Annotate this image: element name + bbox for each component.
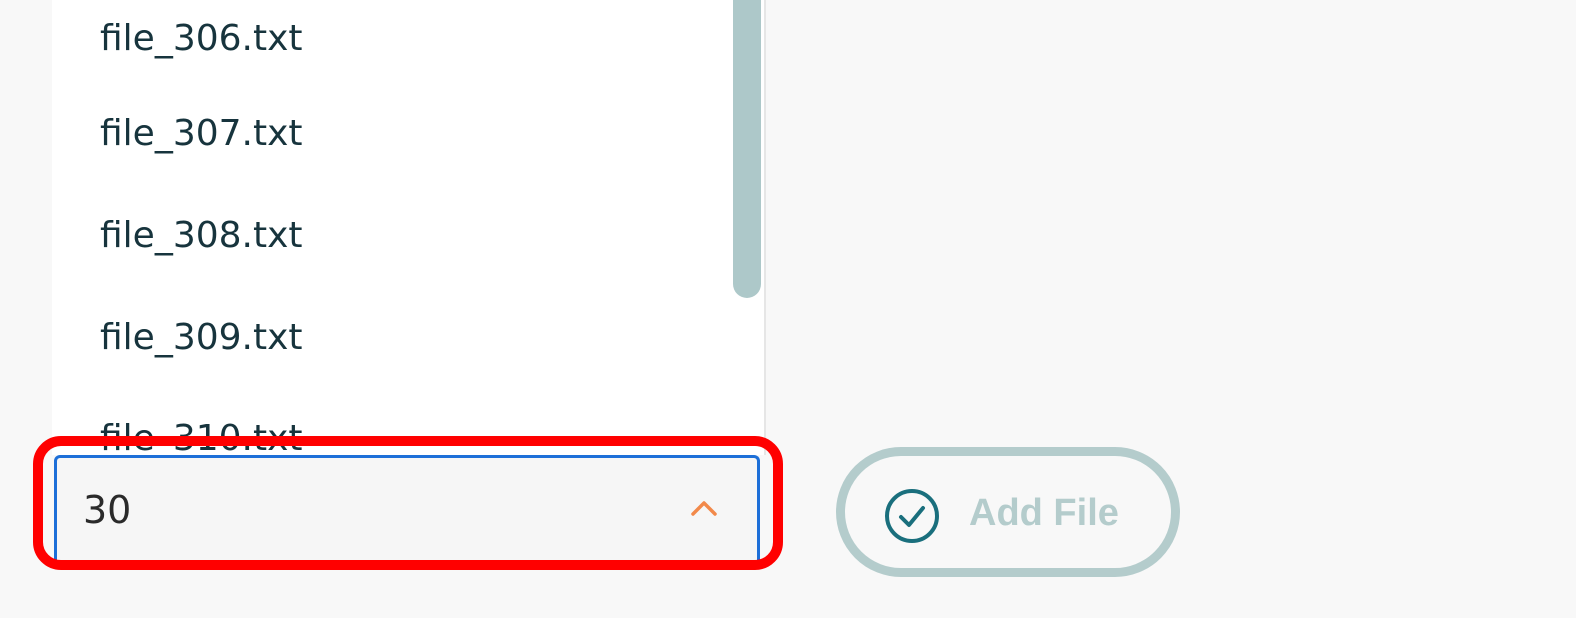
file-select-input[interactable]: 30 bbox=[54, 455, 760, 565]
dropdown-option[interactable]: file_308.txt bbox=[52, 184, 764, 286]
add-file-button[interactable]: Add File bbox=[836, 447, 1180, 577]
dropdown-option[interactable]: file_310.txt bbox=[52, 418, 303, 455]
page: file_306.txt file_307.txt file_308.txt f… bbox=[0, 0, 1576, 618]
dropdown-scrollbar-thumb[interactable] bbox=[733, 0, 761, 298]
check-circle-icon bbox=[885, 489, 939, 543]
dropdown-option[interactable]: file_307.txt bbox=[52, 82, 764, 184]
dropdown-option[interactable]: file_309.txt bbox=[52, 286, 764, 388]
dropdown-options-list: file_306.txt file_307.txt file_308.txt f… bbox=[52, 0, 764, 455]
select-value: 30 bbox=[83, 488, 132, 532]
dropdown-options-panel: file_306.txt file_307.txt file_308.txt f… bbox=[52, 0, 766, 455]
chevron-up-icon[interactable] bbox=[689, 494, 719, 524]
add-file-label: Add File bbox=[969, 492, 1119, 534]
dropdown-option[interactable]: file_306.txt bbox=[52, 0, 764, 82]
